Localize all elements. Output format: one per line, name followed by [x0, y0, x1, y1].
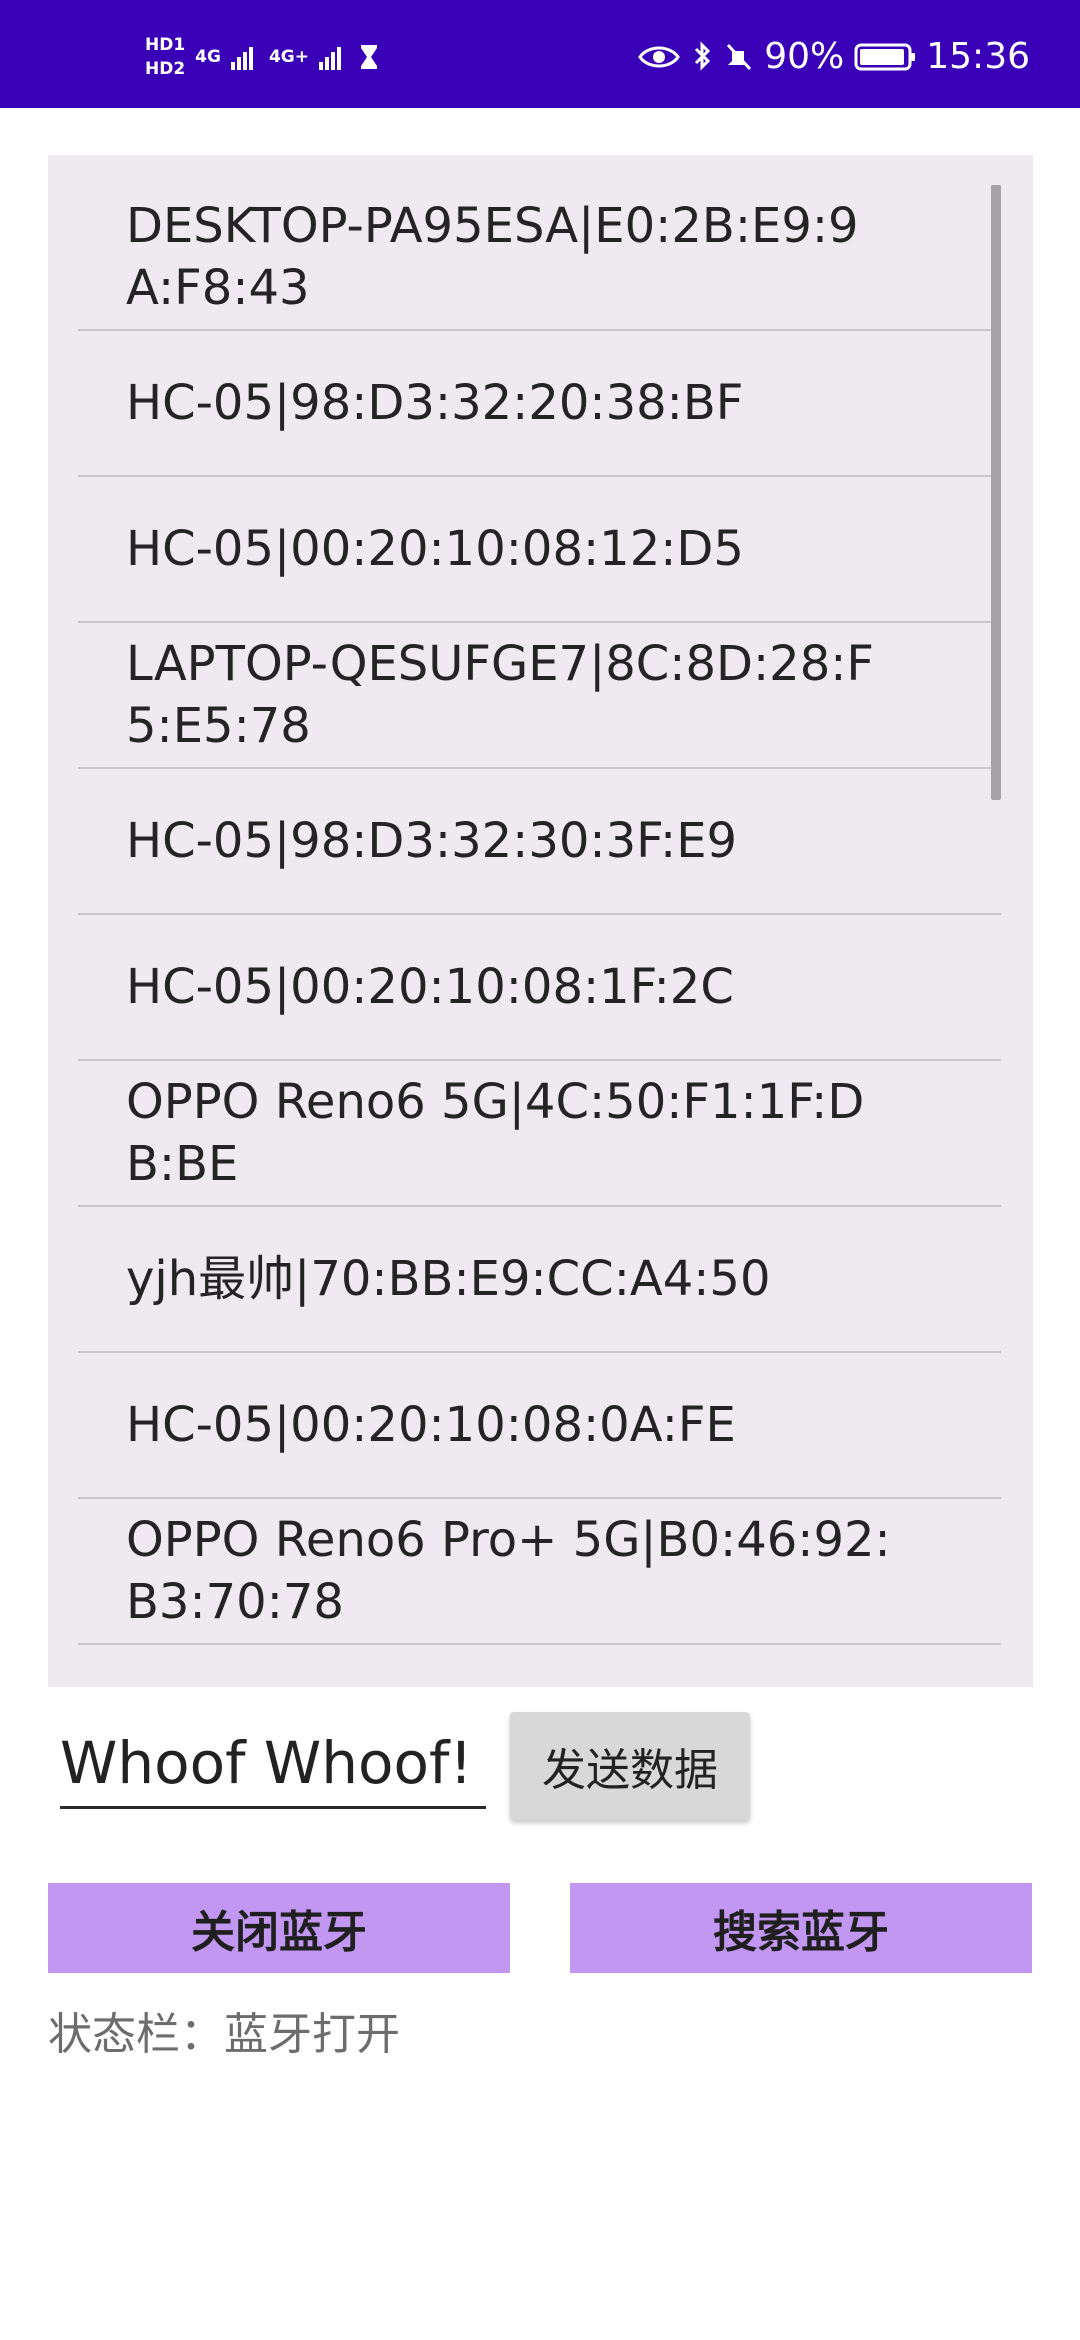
- status-left-group: HD1 HD2 4G 4G+: [145, 30, 381, 84]
- hourglass-icon: [361, 45, 377, 69]
- hd2-label: HD2: [145, 59, 186, 79]
- battery-icon: [854, 43, 916, 71]
- network-type-2: 4G+: [268, 47, 309, 67]
- device-list-item[interactable]: OPPO Reno6 Pro+ 5G|B0:46:92:B3:70:78: [78, 1499, 1001, 1645]
- device-list-item[interactable]: LAPTOP-QESUFGE7|8C:8D:28:F5:E5:78: [78, 623, 1001, 769]
- device-list-item[interactable]: HC-05|00:20:10:08:1F:2C: [78, 915, 1001, 1061]
- device-name: LAPTOP-QESUFGE7|8C:8D:28:F5:E5:78: [126, 636, 875, 754]
- mute-icon: [727, 43, 752, 71]
- send-data-button[interactable]: 发送数据: [510, 1712, 750, 1820]
- device-name: HC-05|98:D3:32:30:3F:E9: [126, 813, 738, 869]
- status-right-group: 90% 15:36: [638, 30, 1030, 84]
- device-name: OPPO Reno6 Pro+ 5G|B0:46:92:B3:70:78: [126, 1512, 891, 1630]
- status-bar: HD1 HD2 4G 4G+ 90% 15:36: [0, 0, 1080, 108]
- network-type-1: 4G: [195, 47, 221, 67]
- scrollbar-thumb[interactable]: [991, 185, 1001, 800]
- hd-icon: HD1 HD2: [145, 36, 185, 78]
- device-list-item[interactable]: HC-05|98:D3:32:30:3F:E9: [78, 769, 1001, 915]
- message-input[interactable]: [60, 1720, 486, 1809]
- device-list[interactable]: DESKTOP-PA95ESA|E0:2B:E9:9A:F8:43 HC-05|…: [48, 155, 1033, 1687]
- device-name: HC-05|98:D3:32:20:38:BF: [126, 375, 744, 431]
- device-list-item[interactable]: OPPO Reno6 5G|4C:50:F1:1F:DB:BE: [78, 1061, 1001, 1207]
- device-name: yjh最帅|70:BB:E9:CC:A4:50: [126, 1251, 771, 1307]
- device-list-item[interactable]: HC-05|98:D3:32:20:38:BF: [78, 331, 1001, 477]
- device-name: OPPO Reno6 5G|4C:50:F1:1F:DB:BE: [126, 1074, 865, 1192]
- signal-icon: [230, 47, 253, 70]
- device-list-item[interactable]: yjh最帅|70:BB:E9:CC:A4:50: [78, 1207, 1001, 1353]
- device-list-item[interactable]: HC-05|00:20:10:08:12:D5: [78, 477, 1001, 623]
- battery-percent: 90%: [764, 36, 845, 77]
- bluetooth-status: 状态栏： 蓝牙打开: [48, 2005, 948, 2065]
- status-label: 状态栏：: [48, 2009, 224, 2060]
- signal-icon: [319, 47, 341, 70]
- status-value: 蓝牙打开: [224, 2009, 400, 2060]
- hd1-label: HD1: [145, 35, 186, 55]
- clock-time: 15:36: [926, 36, 1030, 77]
- device-name: HC-05|00:20:10:08:1F:2C: [126, 959, 734, 1015]
- close-bluetooth-button[interactable]: 关闭蓝牙: [48, 1883, 510, 1973]
- eye-icon: [638, 46, 681, 68]
- device-name: HC-05|00:20:10:08:12:D5: [126, 521, 744, 577]
- device-name: DESKTOP-PA95ESA|E0:2B:E9:9A:F8:43: [126, 198, 859, 316]
- bluetooth-icon: [695, 41, 711, 71]
- device-list-item[interactable]: DESKTOP-PA95ESA|E0:2B:E9:9A:F8:43: [78, 185, 1001, 331]
- device-name: HC-05|00:20:10:08:0A:FE: [126, 1397, 736, 1453]
- search-bluetooth-button[interactable]: 搜索蓝牙: [570, 1883, 1032, 1973]
- device-list-item[interactable]: HC-05|00:20:10:08:0A:FE: [78, 1353, 1001, 1499]
